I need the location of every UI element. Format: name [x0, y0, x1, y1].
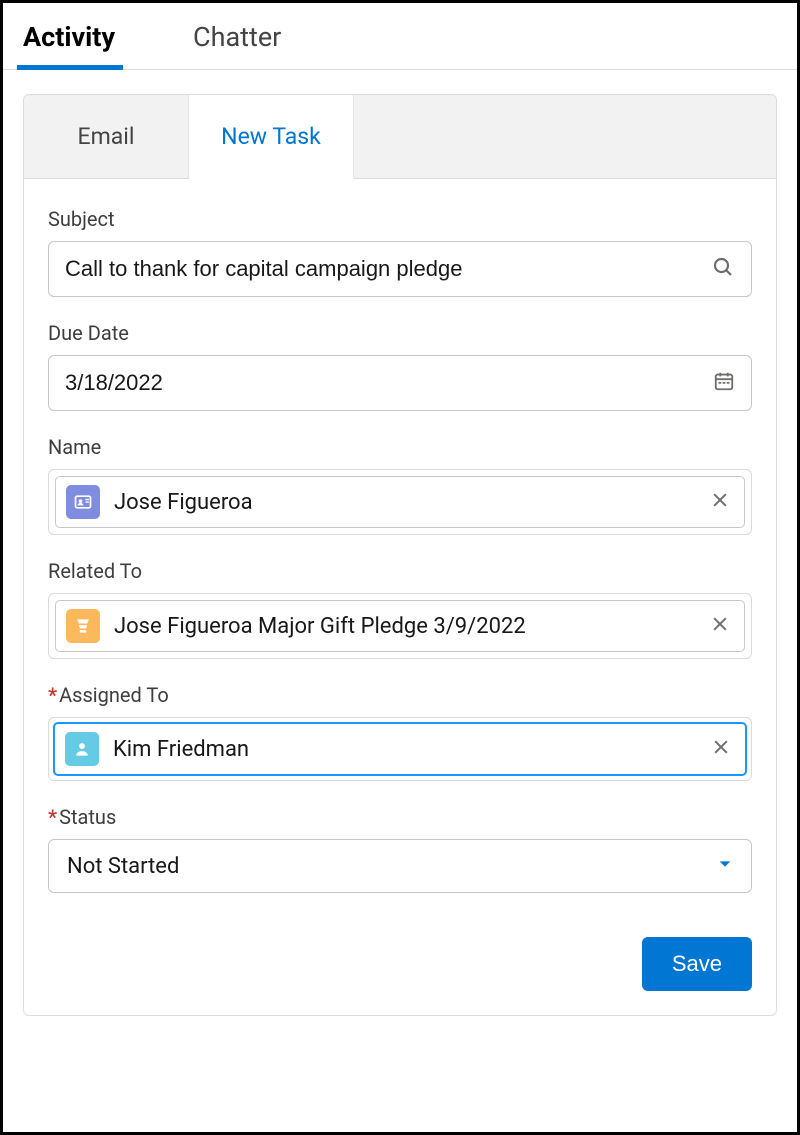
clear-name-icon[interactable]: [706, 486, 734, 518]
user-icon: [65, 732, 99, 766]
related-to-value: Jose Figueroa Major Gift Pledge 3/9/2022: [114, 614, 706, 639]
name-lookup[interactable]: Jose Figueroa: [48, 469, 752, 535]
assigned-to-lookup[interactable]: Kim Friedman: [48, 717, 752, 781]
contact-icon: [66, 485, 100, 519]
assigned-to-pill: Kim Friedman: [53, 722, 747, 776]
search-icon[interactable]: [711, 255, 735, 283]
field-assigned-to: *Assigned To Kim Friedman: [48, 683, 752, 781]
new-task-form: Subject Due Date Name: [24, 179, 776, 933]
status-select[interactable]: Not Started: [48, 839, 752, 893]
subject-label: Subject: [48, 207, 752, 231]
due-date-input[interactable]: [65, 356, 703, 410]
field-status: *Status Not Started: [48, 805, 752, 893]
required-indicator-icon: *: [48, 683, 57, 707]
sub-tab-bar: Email New Task: [24, 95, 776, 179]
name-label: Name: [48, 435, 752, 459]
field-subject: Subject: [48, 207, 752, 297]
field-related-to: Related To Jose Figueroa Major Gift Pled…: [48, 559, 752, 659]
subject-input-wrap[interactable]: [48, 241, 752, 297]
calendar-icon[interactable]: [713, 370, 735, 396]
related-to-lookup[interactable]: Jose Figueroa Major Gift Pledge 3/9/2022: [48, 593, 752, 659]
chevron-down-icon: [717, 856, 733, 876]
required-indicator-icon: *: [48, 805, 57, 829]
name-pill: Jose Figueroa: [55, 476, 745, 528]
due-date-input-wrap[interactable]: [48, 355, 752, 411]
save-button[interactable]: Save: [642, 937, 752, 991]
tab-chatter[interactable]: Chatter: [193, 3, 309, 69]
subject-input[interactable]: [65, 242, 701, 296]
assigned-to-value: Kim Friedman: [113, 737, 707, 762]
form-footer: Save: [24, 933, 776, 1015]
status-label: *Status: [48, 805, 752, 829]
main-tab-bar: Activity Chatter: [3, 3, 797, 70]
activity-panel: Email New Task Subject Due Date: [23, 94, 777, 1016]
clear-related-to-icon[interactable]: [706, 610, 734, 642]
due-date-label: Due Date: [48, 321, 752, 345]
sub-tab-new-task[interactable]: New Task: [189, 95, 354, 179]
related-to-label: Related To: [48, 559, 752, 583]
field-due-date: Due Date: [48, 321, 752, 411]
status-value: Not Started: [67, 854, 717, 879]
name-value: Jose Figueroa: [114, 490, 706, 515]
assigned-to-label: *Assigned To: [48, 683, 752, 707]
field-name: Name Jose Figueroa: [48, 435, 752, 535]
opportunity-icon: [66, 609, 100, 643]
sub-tab-email[interactable]: Email: [24, 95, 189, 178]
related-to-pill: Jose Figueroa Major Gift Pledge 3/9/2022: [55, 600, 745, 652]
clear-assigned-to-icon[interactable]: [707, 733, 735, 765]
tab-activity[interactable]: Activity: [23, 3, 143, 69]
